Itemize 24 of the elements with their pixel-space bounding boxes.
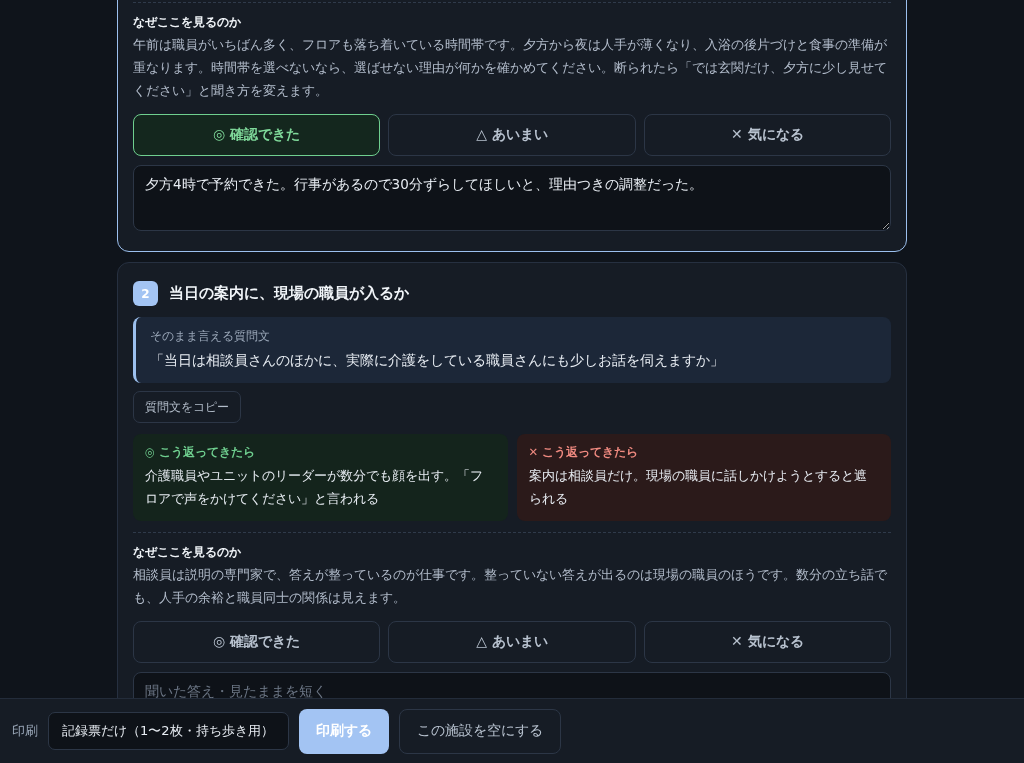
question-text: 「当日は相談員さんのほかに、実際に介護をしている職員さんにも少しお話を伺えますか」 xyxy=(150,351,725,370)
print-label: 印刷 xyxy=(12,722,38,740)
response-text: 案内は相談員だけ。現場の職員に話しかけようとすると遮られる xyxy=(528,467,868,508)
item-title: 当日の案内に、現場の職員が入るか xyxy=(169,284,409,303)
number-badge: 2 xyxy=(133,281,158,306)
print-select[interactable]: 記録票だけ（1〜2枚・持ち歩き用） xyxy=(48,712,289,750)
question-label: そのまま言える質問文 xyxy=(150,328,271,345)
response-text: 介護職員やユニットのリーダーが数分でも顔を出す。「フロアで声をかけてください」と言われる xyxy=(145,467,484,508)
note-field[interactable]: 聞いた答え・見たままを短く xyxy=(133,672,891,698)
note-field[interactable]: 夕方4時で予約できた。行事があるので30分ずらしてほしいと、理由つきの調整だった。 xyxy=(133,165,891,231)
rating-button[interactable]: ✕ 気になる xyxy=(643,114,891,156)
rating-button[interactable]: ◎ 確認できた xyxy=(133,114,381,156)
rating-button[interactable]: △ あいまい xyxy=(388,621,636,663)
why-heading: なぜここを見るのか xyxy=(133,544,242,561)
why-heading: なぜここを見るのか xyxy=(133,14,242,31)
rating-button[interactable]: ◎ 確認できた xyxy=(133,621,381,663)
clear-button[interactable]: この施設を空にする xyxy=(399,708,561,754)
rating-button[interactable]: △ あいまい xyxy=(388,114,636,156)
why-text: 午前は職員がいちばん多く、フロアも落ち着いている時間帯です。夕方から夜は人手が薄くなり、入浴の後片づけと食事の準備が重なります。時間帯を選べないなら、選ばせない理由が何かを確かめてください。断られたら「では玄関だけ、夕方に少し見せてください」と聞き方を変えます。 xyxy=(133,36,888,100)
why-text: 相談員は説明の専門家で、答えが整っているのが仕事です。整っていない答えが出るのは現場の職員のほうです。数分の立ち話でも、人手の余裕と職員同士の関係は見えます。 xyxy=(133,566,888,607)
response-label: ✕ こう返ってきたら xyxy=(528,444,640,461)
response-label: ◎ こう返ってきたら xyxy=(145,444,257,461)
copy-button[interactable]: 質問文をコピー xyxy=(133,391,241,423)
rating-button[interactable]: ✕ 気になる xyxy=(643,621,891,663)
